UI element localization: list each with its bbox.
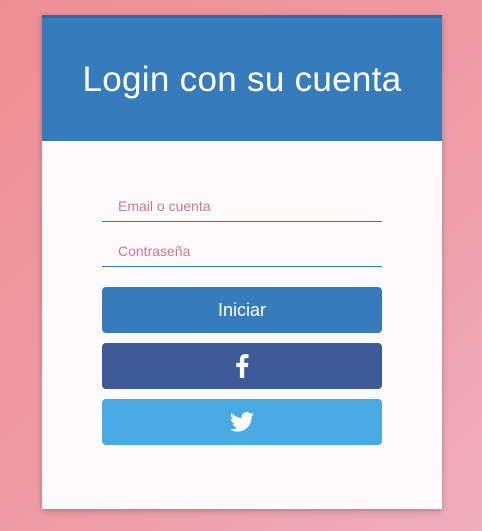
login-card: Login con su cuenta Iniciar [42, 15, 442, 509]
facebook-icon [235, 354, 249, 378]
login-button[interactable]: Iniciar [102, 287, 382, 333]
twitter-login-button[interactable] [102, 399, 382, 445]
facebook-login-button[interactable] [102, 343, 382, 389]
login-form: Iniciar [102, 190, 382, 445]
password-field[interactable] [102, 235, 382, 267]
password-field-wrapper [102, 235, 382, 268]
twitter-icon [230, 412, 254, 432]
page-title: Login con su cuenta [82, 59, 402, 99]
email-field-wrapper [102, 190, 382, 223]
email-field[interactable] [102, 190, 382, 222]
card-header: Login con su cuenta [42, 15, 442, 141]
